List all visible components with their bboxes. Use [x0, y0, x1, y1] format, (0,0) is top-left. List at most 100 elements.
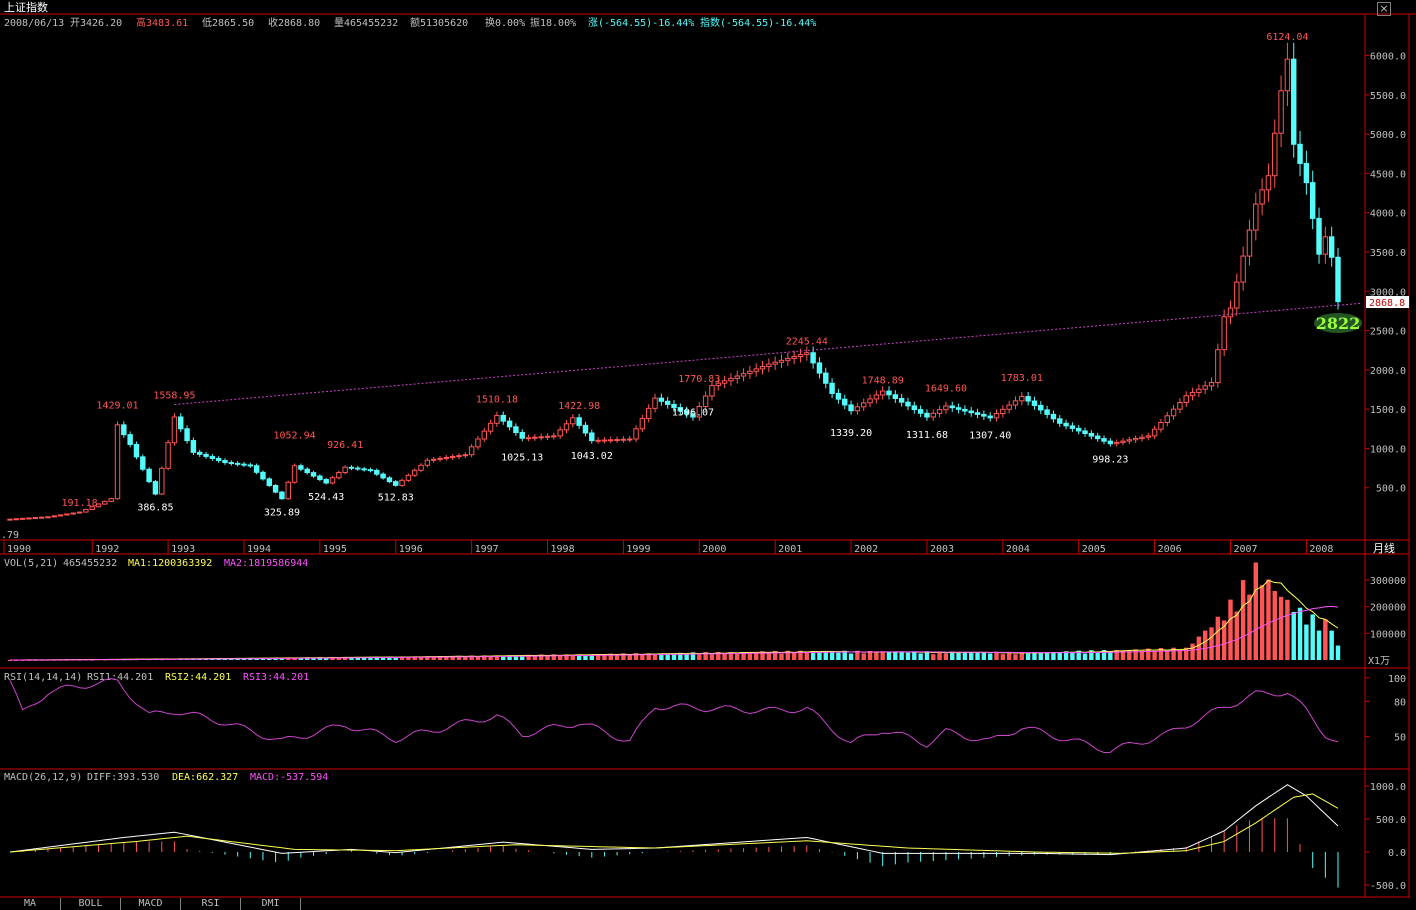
candle	[702, 395, 709, 408]
candle	[456, 455, 462, 458]
y-tick-label: 1500.0	[1370, 405, 1406, 416]
volume-bar	[1266, 579, 1271, 660]
candle	[26, 517, 32, 520]
x-tick-label: 1997	[475, 544, 499, 555]
y-tick-label: 3500.0	[1370, 248, 1406, 259]
period-label: 月线	[1373, 541, 1395, 555]
candle	[355, 467, 361, 470]
volume-bar	[1082, 653, 1088, 660]
candle	[905, 401, 911, 407]
volume-bar	[943, 653, 949, 660]
candle	[19, 517, 26, 520]
vol-ma2: MA2:1819586944	[224, 558, 308, 569]
volume-bar	[545, 656, 550, 660]
tab-macd[interactable]: MACD	[121, 898, 181, 910]
x-tick-label: 1998	[551, 544, 575, 555]
candle	[627, 438, 633, 441]
candle	[1082, 430, 1088, 435]
candle	[513, 426, 519, 434]
candle	[570, 417, 576, 425]
close-icon[interactable]: ×	[1377, 2, 1391, 16]
candle	[393, 481, 399, 486]
candle	[981, 413, 987, 417]
tab-ma[interactable]: MA	[0, 898, 61, 910]
current-price-label: 2868.8	[1369, 298, 1405, 309]
volume-bar	[804, 651, 810, 660]
volume-bar	[1190, 643, 1195, 660]
volume-bar	[1310, 614, 1315, 660]
vol-label: VOL(5,21)	[4, 558, 58, 569]
candle	[83, 508, 89, 513]
tab-boll[interactable]: BOLL	[61, 898, 121, 910]
candle	[823, 372, 829, 384]
candle	[437, 457, 443, 460]
candle	[563, 423, 570, 431]
stock-chart[interactable]: 上证指数 2008/06/13 开3426.20 高3483.61 低2865.…	[0, 0, 1416, 910]
peak-label: 325.89	[264, 507, 300, 518]
volume-bar	[1285, 599, 1290, 660]
y-tick-label: 5000.0	[1370, 130, 1406, 141]
rsi-axis: 100 80 50	[1365, 674, 1406, 744]
candle	[955, 407, 962, 410]
rsi-header: RSI(14,14,14) RSI1:44.201 RSI2:44.201 RS…	[4, 672, 309, 683]
candle	[1107, 440, 1114, 445]
candle	[222, 460, 228, 464]
header-index: 指数(-564.55)-16.44%	[700, 16, 816, 29]
volume-bar	[1095, 652, 1100, 660]
peak-labels: 191.18 1429.01 386.85 1558.95 325.89 1052.94 5…	[61, 32, 1308, 519]
candle	[13, 518, 20, 521]
candle	[241, 463, 247, 466]
candle	[835, 392, 842, 400]
volume-bar	[779, 653, 784, 660]
volume-bar	[905, 652, 911, 660]
annotation-2822: 2822	[1314, 313, 1362, 333]
candle	[1291, 58, 1297, 145]
candle	[380, 473, 386, 479]
peak-label: 386.85	[137, 503, 173, 514]
candle	[1050, 413, 1057, 420]
volume-bar	[848, 653, 854, 660]
volume-bar	[722, 653, 727, 660]
x-tick-label: 2006	[1158, 544, 1182, 555]
candle	[1101, 438, 1107, 442]
tab-rsi[interactable]: RSI	[181, 898, 241, 910]
header-volume: 量465455232	[334, 17, 398, 29]
candle	[1328, 236, 1335, 258]
candle	[260, 471, 266, 480]
x-tick-label: 2004	[1006, 544, 1030, 555]
vol-tick-label: 200000	[1370, 603, 1406, 614]
peak-label: 1311.68	[906, 430, 948, 441]
candle	[1316, 217, 1322, 255]
x-tick-label: 1995	[323, 544, 347, 555]
peak-label: 1339.20	[830, 428, 872, 439]
candle	[342, 466, 348, 474]
peak-label: 1043.02	[571, 451, 613, 462]
price-axis: 6000.05500.05000.04500.04000.03500.03000…	[1365, 52, 1406, 495]
volume-bar	[1152, 651, 1157, 660]
volume-bar	[627, 655, 632, 660]
candle	[551, 435, 557, 438]
candle	[481, 430, 487, 440]
rsi3-value: RSI3:44.201	[243, 672, 309, 683]
peak-label: 1783.01	[1001, 373, 1043, 384]
rsi-tick-label: 50	[1394, 733, 1406, 744]
info-row: 2008/06/13 开3426.20 高3483.61 低2865.50 收2…	[4, 16, 816, 29]
candle	[595, 439, 601, 442]
candle	[658, 397, 665, 402]
candle	[962, 408, 968, 412]
candle	[1303, 162, 1310, 184]
volume-bar	[1013, 654, 1018, 660]
vol-axis: 300000 200000 100000	[1365, 576, 1406, 640]
candle	[1069, 425, 1076, 429]
vol-unit: X1万	[1368, 656, 1390, 667]
macd-dea: DEA:662.327	[172, 772, 238, 783]
peak-label: 1307.40	[969, 430, 1011, 441]
volume-bar	[994, 651, 999, 660]
volume-bar	[1051, 652, 1056, 660]
candle	[272, 485, 279, 493]
vol-tick-label: 100000	[1370, 629, 1406, 640]
candle	[968, 410, 974, 414]
volume-bar	[962, 652, 968, 660]
time-axis: 1990 1992 1993 1994 1995 1996 1997 1998 1999 2000…	[3, 540, 1333, 555]
tab-dmi[interactable]: DMI	[241, 898, 301, 910]
